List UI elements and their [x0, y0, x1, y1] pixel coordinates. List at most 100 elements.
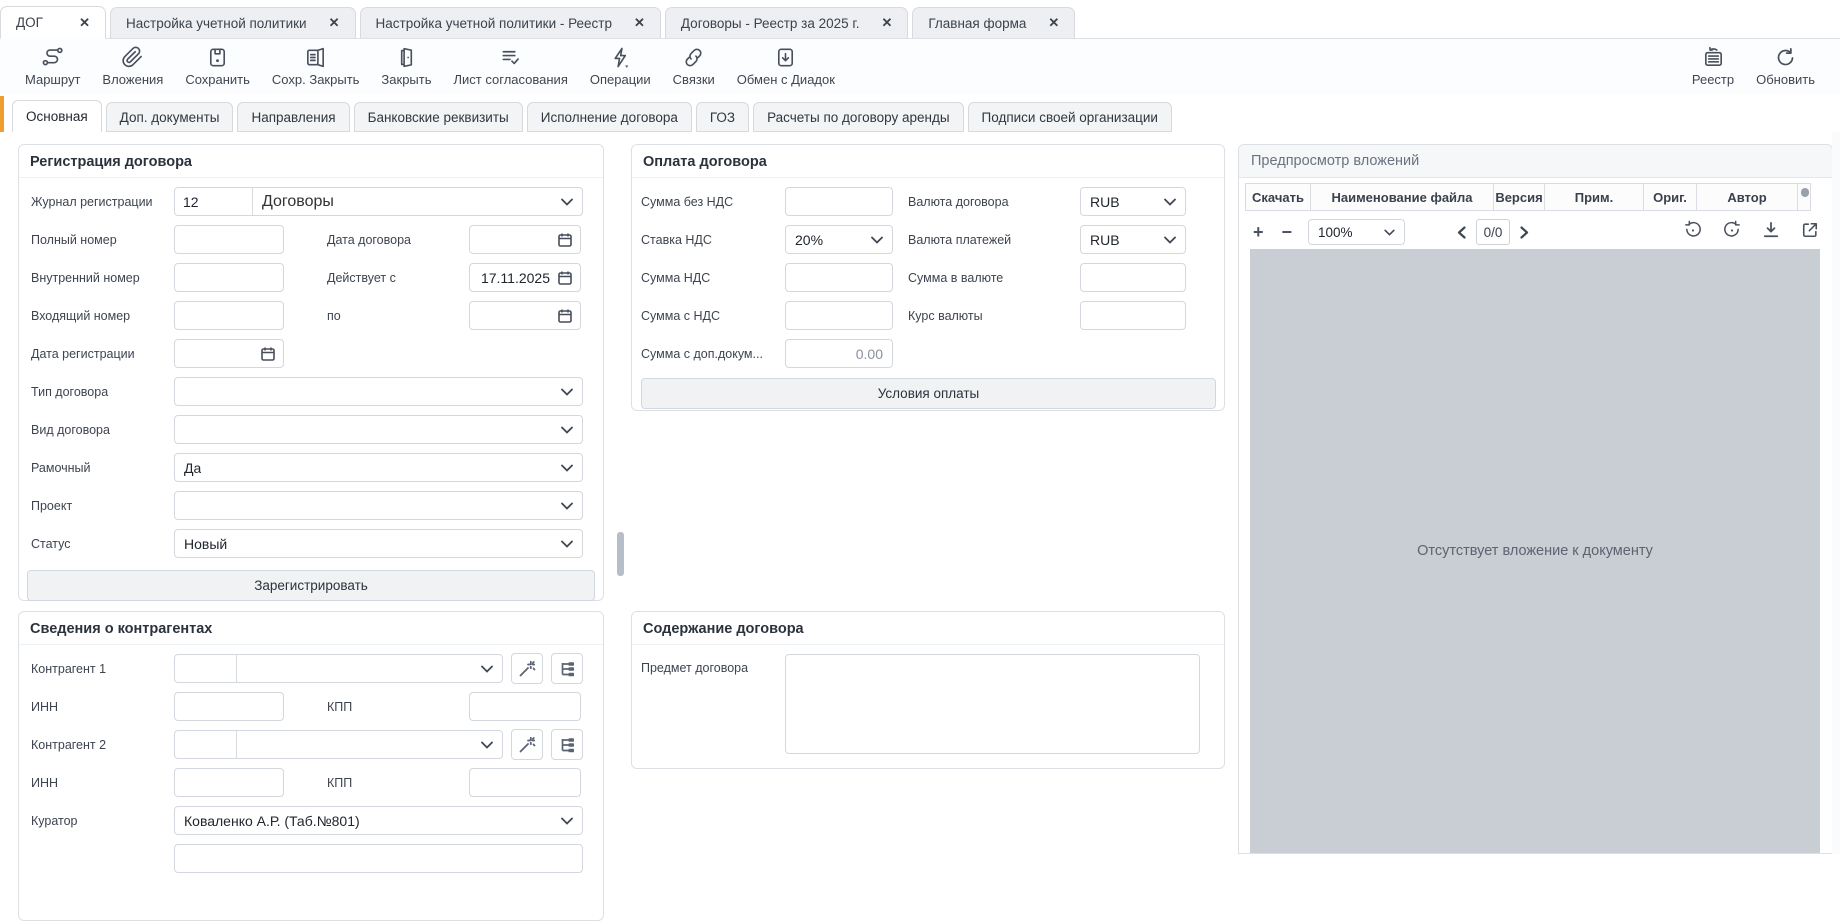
counterparty2-wizard-button[interactable]: [511, 729, 543, 760]
save-button[interactable]: Сохранить: [174, 42, 261, 91]
register-button[interactable]: Зарегистрировать: [27, 570, 595, 601]
inn1-label: ИНН: [31, 700, 174, 714]
project-select[interactable]: [174, 491, 583, 520]
save-close-button[interactable]: Сохр. Закрыть: [261, 42, 371, 91]
contract-subject-textarea[interactable]: [785, 654, 1200, 754]
reg-date-input[interactable]: [174, 339, 284, 368]
kpp2-input[interactable]: [469, 768, 581, 797]
scrollbar-thumb[interactable]: [1801, 188, 1809, 197]
tab-napravleniya[interactable]: Направления: [237, 102, 349, 132]
column-note[interactable]: Прим.: [1544, 183, 1644, 211]
page-indicator[interactable]: 0/0: [1476, 219, 1510, 245]
counterparty1-wizard-button[interactable]: [511, 653, 543, 684]
prev-page-button[interactable]: [1457, 226, 1466, 239]
rotate-left-button[interactable]: [1683, 220, 1703, 245]
counterparty2-select[interactable]: [174, 730, 503, 759]
valid-from-input[interactable]: 17.11.2025: [469, 263, 581, 292]
close-icon[interactable]: ✕: [881, 15, 892, 31]
amount-in-currency-input[interactable]: [1080, 263, 1186, 292]
close-icon[interactable]: ✕: [1048, 15, 1059, 31]
curator-select[interactable]: Коваленко А.Р. (Таб.№801): [174, 806, 583, 835]
registry-button[interactable]: Реестр: [1681, 42, 1745, 91]
download-button[interactable]: [1761, 220, 1781, 245]
window-tab-main-form[interactable]: Главная форма ✕: [912, 7, 1075, 38]
operations-button[interactable]: Операции: [579, 42, 662, 91]
column-filename[interactable]: Наименование файла: [1310, 183, 1494, 211]
magic-wand-icon: [518, 660, 536, 678]
contract-currency-select[interactable]: RUB: [1080, 187, 1186, 216]
window-tab-dog[interactable]: ДОГ ✕: [0, 6, 106, 39]
zoom-in-button[interactable]: +: [1253, 223, 1264, 241]
column-author[interactable]: Автор: [1696, 183, 1798, 211]
tab-osnovnaya[interactable]: Основная: [12, 100, 102, 132]
tab-raschety-arenda[interactable]: Расчеты по договору аренды: [753, 102, 963, 132]
column-original[interactable]: Ориг.: [1643, 183, 1697, 211]
chevron-down-icon: [561, 817, 573, 825]
zoom-level-select[interactable]: 100%: [1308, 219, 1405, 245]
tab-goz[interactable]: ГОЗ: [696, 102, 749, 132]
counterparty1-hierarchy-button[interactable]: [551, 653, 583, 684]
window-tab-accounting-policy[interactable]: Настройка учетной политики ✕: [110, 7, 356, 38]
rotate-right-button[interactable]: [1722, 220, 1742, 245]
close-icon[interactable]: ✕: [329, 15, 340, 31]
diadoc-exchange-button[interactable]: Обмен с Диадок: [726, 42, 846, 91]
registration-journal-select[interactable]: 12 Договоры: [174, 187, 583, 216]
journal-value: Договоры: [262, 193, 334, 211]
inn2-input[interactable]: [174, 768, 284, 797]
column-version[interactable]: Версия: [1493, 183, 1545, 211]
contract-kind-select[interactable]: [174, 415, 583, 444]
amount-with-vat-input[interactable]: [785, 301, 893, 330]
column-download[interactable]: Скачать: [1245, 183, 1311, 211]
vat-amount-input[interactable]: [785, 263, 893, 292]
close-icon[interactable]: ✕: [79, 15, 90, 31]
attachments-button[interactable]: Вложения: [91, 42, 174, 91]
vat-rate-select[interactable]: 20%: [785, 225, 893, 254]
tab-podpisi-organizacii[interactable]: Подписи своей организации: [968, 102, 1172, 132]
open-external-button[interactable]: [1800, 220, 1820, 245]
full-number-input[interactable]: [174, 225, 284, 254]
main-toolbar: Маршрут Вложения Сохранить Сохр. За: [0, 39, 1840, 94]
calendar-icon: [260, 346, 276, 362]
clipped-select[interactable]: [174, 844, 583, 873]
tab-ispolnenie-dogovora[interactable]: Исполнение договора: [527, 102, 692, 132]
toolbar-right-group: Реестр Обновить: [1681, 42, 1826, 91]
tab-dop-dokumenty[interactable]: Доп. документы: [106, 102, 234, 132]
zoom-out-button[interactable]: −: [1282, 223, 1293, 241]
close-icon[interactable]: ✕: [634, 15, 645, 31]
contract-content-panel: Содержание договора Предмет договора: [631, 611, 1225, 769]
tab-bankovskie-rekvizity[interactable]: Банковские реквизиты: [354, 102, 523, 132]
window-tab-contracts-registry[interactable]: Договоры - Реестр за 2025 г. ✕: [665, 7, 908, 38]
valid-to-input[interactable]: [469, 301, 581, 330]
payment-currency-select[interactable]: RUB: [1080, 225, 1186, 254]
incoming-number-input[interactable]: [174, 301, 284, 330]
counterparty2-hierarchy-button[interactable]: [551, 729, 583, 760]
curator-label: Куратор: [31, 814, 174, 828]
tree-hierarchy-icon: [558, 660, 576, 678]
chevron-down-icon: [561, 388, 573, 396]
links-button[interactable]: Связки: [662, 42, 726, 91]
door-icon: [395, 46, 418, 69]
framework-select[interactable]: Да: [174, 453, 583, 482]
page-scrollbar-track[interactable]: [1832, 132, 1840, 854]
close-button[interactable]: Закрыть: [370, 42, 442, 91]
exchange-rate-input[interactable]: [1080, 301, 1186, 330]
payment-terms-button[interactable]: Условия оплаты: [641, 378, 1216, 409]
approval-sheet-button[interactable]: Лист согласования: [443, 42, 579, 91]
route-button[interactable]: Маршрут: [14, 42, 91, 91]
amount-no-vat-input[interactable]: [785, 187, 893, 216]
window-tab-accounting-policy-registry[interactable]: Настройка учетной политики - Реестр ✕: [360, 7, 661, 38]
calendar-icon: [557, 308, 573, 324]
counterparty1-select[interactable]: [174, 654, 503, 683]
vertical-scrollbar-thumb[interactable]: [617, 532, 624, 576]
internal-number-input[interactable]: [174, 263, 284, 292]
amount-with-docs-input[interactable]: 0.00: [785, 339, 893, 368]
inn1-input[interactable]: [174, 692, 284, 721]
clipped-row: [31, 844, 583, 873]
contract-date-input[interactable]: [469, 225, 581, 254]
refresh-button[interactable]: Обновить: [1745, 42, 1826, 91]
table-scrollbar[interactable]: [1797, 183, 1811, 211]
next-page-button[interactable]: [1520, 226, 1529, 239]
contract-type-select[interactable]: [174, 377, 583, 406]
kpp1-input[interactable]: [469, 692, 581, 721]
status-select[interactable]: Новый: [174, 529, 583, 558]
